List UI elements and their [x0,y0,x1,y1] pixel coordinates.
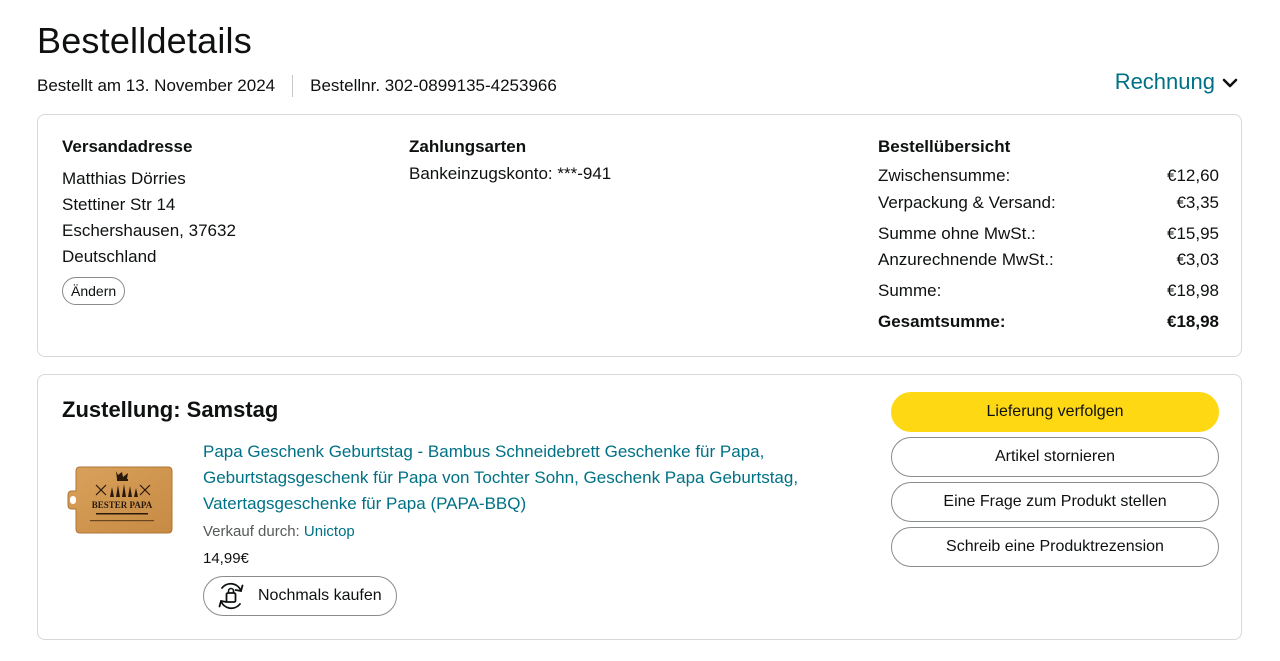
payment-heading: Zahlungsarten [409,137,527,156]
buy-again-icon [218,582,244,610]
summary-value: €18,98 [1167,281,1219,300]
shipment-card: Zustellung: Samstag BESTER PAPA Papa Ges… [37,374,1242,640]
delivery-status: Zustellung: Samstag [62,397,279,422]
summary-heading: Bestellübersicht [878,137,1011,156]
chevron-down-icon [1222,78,1238,87]
shipping-heading: Versandadresse [62,137,193,156]
seller-prefix: Verkauf durch: [203,523,304,540]
summary-row-net: Summe ohne MwSt.: €15,95 [878,224,1219,250]
order-number: Bestellnr. 302-0899135-4253966 [310,76,557,95]
order-summary: Zwischensumme: €12,60 Verpackung & Versa… [878,166,1219,332]
ask-question-button[interactable]: Eine Frage zum Produkt stellen [891,482,1219,522]
page-title: Bestelldetails [37,20,252,61]
summary-label: Verpackung & Versand: [878,193,1056,212]
invoice-dropdown[interactable]: Rechnung [1115,69,1238,95]
address-line: Eschershausen, 37632 [62,221,236,240]
summary-row-subtotal: Zwischensumme: €12,60 [878,166,1219,193]
address-line: Matthias Dörries [62,169,186,188]
cancel-item-button[interactable]: Artikel stornieren [891,437,1219,477]
summary-row-shipping: Verpackung & Versand: €3,35 [878,193,1219,224]
summary-label: Gesamtsumme: [878,312,1006,331]
summary-label: Zwischensumme: [878,166,1011,185]
order-info-card: Versandadresse Matthias Dörries Stettine… [37,114,1242,357]
seller-info: Verkauf durch: Unictop [203,523,355,540]
shipping-address: Matthias Dörries Stettiner Str 14 Escher… [62,166,236,270]
summary-label: Summe: [878,281,942,300]
order-date: Bestellt am 13. November 2024 [37,76,276,95]
product-image-text: BESTER PAPA [92,500,153,510]
address-line: Stettiner Str 14 [62,195,176,214]
summary-label: Summe ohne MwSt.: [878,224,1036,243]
summary-label: Anzurechnende MwSt.: [878,250,1054,269]
summary-row-vat: Anzurechnende MwSt.: €3,03 [878,250,1219,281]
address-line: Deutschland [62,247,157,266]
summary-value: €18,98 [1167,312,1219,331]
product-title-link[interactable]: Papa Geschenk Geburtstag - Bambus Schnei… [203,439,863,517]
summary-row-sum: Summe: €18,98 [878,281,1219,312]
summary-value: €3,03 [1176,250,1219,269]
product-price: 14,99€ [203,550,249,567]
summary-row-total: Gesamtsumme: €18,98 [878,312,1219,332]
invoice-label: Rechnung [1114,69,1215,94]
write-review-button[interactable]: Schreib eine Produktrezension [891,527,1219,567]
change-address-button[interactable]: Ändern [62,277,126,305]
shipment-actions: Lieferung verfolgen Artikel stornieren E… [891,392,1219,572]
track-package-button[interactable]: Lieferung verfolgen [891,392,1219,432]
summary-value: €12,60 [1167,166,1219,185]
product-image[interactable]: BESTER PAPA [66,463,174,537]
buy-again-label: Nochmals kaufen [258,587,382,604]
order-meta: Bestellt am 13. November 2024 Bestellnr.… [37,75,557,97]
buy-again-button[interactable]: Nochmals kaufen [203,576,397,616]
divider [292,75,294,97]
summary-value: €15,95 [1167,224,1219,243]
cutting-board-image: BESTER PAPA [67,466,173,534]
payment-method: Bankeinzugskonto: ***-941 [409,164,612,183]
seller-link[interactable]: Unictop [304,523,355,540]
summary-value: €3,35 [1176,193,1219,212]
